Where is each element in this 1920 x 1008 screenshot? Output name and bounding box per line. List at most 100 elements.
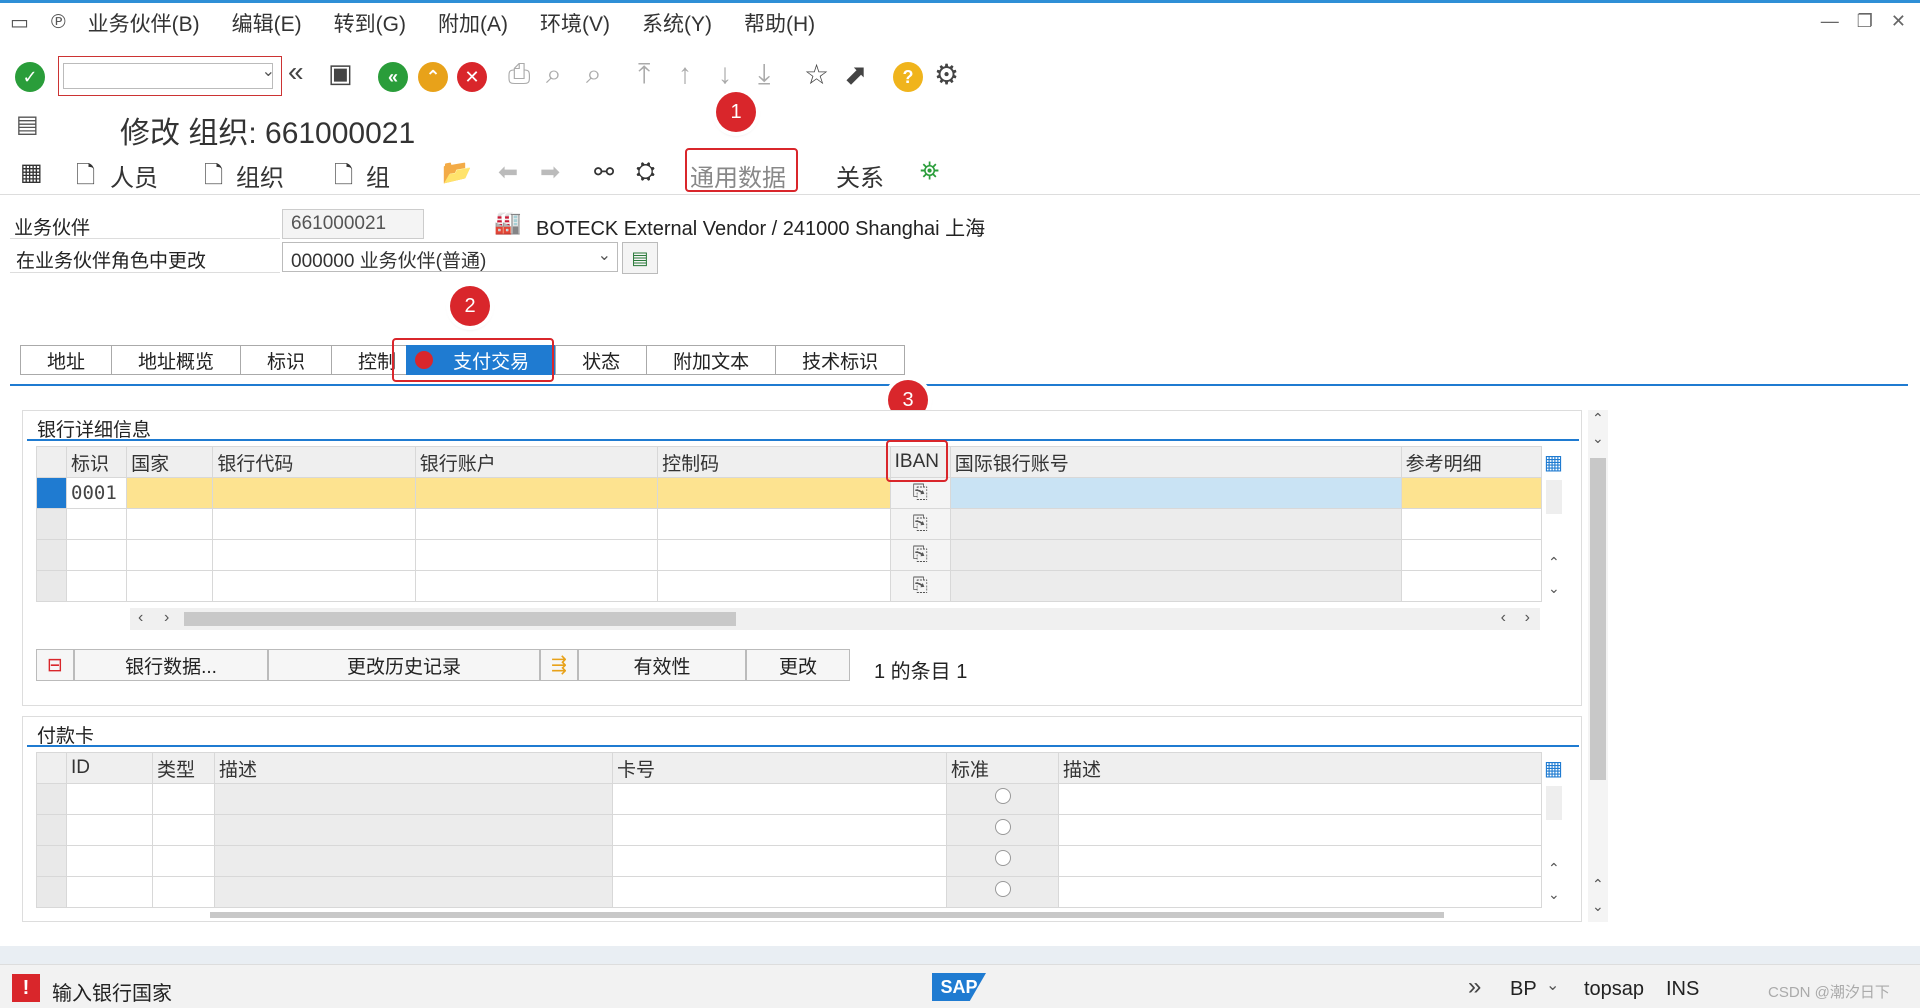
arrow-left-icon[interactable]: ⬅ — [498, 158, 518, 187]
menu-edit[interactable]: 编辑(E) — [232, 8, 302, 38]
tab-status[interactable]: 状态 — [555, 345, 647, 375]
empty-cell[interactable] — [152, 814, 215, 846]
menu-system[interactable]: 系统(Y) — [642, 8, 712, 38]
standard-radio[interactable] — [994, 788, 1011, 804]
empty-cell[interactable] — [66, 814, 153, 846]
find-next-icon[interactable]: ⌕ — [586, 58, 602, 91]
gear-icon[interactable]: ⚙ — [934, 58, 959, 91]
table-row[interactable] — [36, 814, 1542, 846]
empty-cell[interactable] — [612, 814, 947, 846]
glasses-icon[interactable]: ⚯ — [594, 158, 614, 187]
select-all-cell[interactable] — [35, 446, 68, 478]
empty-cell[interactable] — [657, 539, 891, 571]
standard-radio[interactable] — [994, 881, 1011, 897]
menu-environment[interactable]: 环境(V) — [540, 8, 610, 38]
table-row[interactable] — [36, 783, 1542, 815]
tab-identification[interactable]: 标识 — [240, 345, 332, 375]
empty-cell[interactable] — [66, 508, 128, 540]
shortcut-icon[interactable]: ⬈ — [844, 58, 867, 91]
empty-cell[interactable] — [657, 508, 891, 540]
empty-cell[interactable] — [612, 876, 947, 908]
scroll-left-icon[interactable]: ‹ — [138, 609, 143, 627]
scroll-down-icon[interactable]: ⌄ — [1548, 580, 1560, 597]
standard-radio-cell[interactable] — [946, 845, 1059, 877]
app-menu-icon[interactable]: ▭ — [10, 10, 29, 35]
empty-cell[interactable] — [66, 876, 153, 908]
col-bank-account[interactable]: 银行账户 — [414, 446, 659, 478]
double-chevron-right-icon[interactable]: » — [1468, 973, 1481, 1001]
help-icon[interactable]: ? — [893, 62, 923, 92]
select-all-cell[interactable] — [36, 752, 67, 784]
empty-cell[interactable] — [1058, 876, 1542, 908]
column-settings-icon[interactable]: ▦ — [1544, 450, 1563, 475]
scroll-left-icon[interactable]: ‹ — [1501, 609, 1506, 627]
input-mode[interactable]: INS — [1666, 978, 1699, 1001]
scroll-thumb[interactable] — [184, 612, 736, 626]
scroll-down-icon[interactable]: ⌄ — [1592, 430, 1604, 447]
chevron-down-icon[interactable]: ⌄ — [1546, 975, 1559, 995]
role-details-button[interactable]: ▤ — [622, 242, 658, 274]
empty-cell[interactable] — [657, 570, 891, 602]
card-table-vscroll[interactable] — [1546, 786, 1562, 820]
table-row[interactable]: 0001 ⎘ — [35, 477, 1543, 509]
where-used-icon[interactable]: ⛭ — [636, 158, 655, 186]
person-button[interactable]: 人员 — [110, 158, 158, 193]
iban-button-cell[interactable]: ⎘ — [889, 539, 951, 571]
open-folder-icon[interactable]: 📂 — [442, 158, 472, 187]
menu-toggle-icon[interactable]: ▤ — [16, 110, 39, 139]
restore-icon[interactable]: ❐ — [1857, 11, 1873, 32]
page-vertical-scrollbar[interactable]: ⌃ ⌄ ⌃ ⌄ — [1588, 410, 1608, 922]
organization-button[interactable]: 组织 — [236, 158, 284, 193]
bank-data-button[interactable]: 银行数据... — [74, 649, 268, 681]
cell-bank-key[interactable] — [212, 477, 416, 509]
enter-icon[interactable]: ✓ — [15, 62, 45, 92]
sap-menu-icon[interactable]: ℗ — [51, 11, 66, 34]
exit-icon[interactable]: ⌃ — [418, 62, 448, 92]
table-row[interactable]: ⎘ — [35, 570, 1543, 602]
transaction-code[interactable]: BP — [1510, 978, 1537, 1001]
col-iban-account[interactable]: 国际银行账号 — [949, 446, 1402, 478]
col-card-type[interactable]: 类型 — [152, 752, 215, 784]
cell-country[interactable] — [126, 477, 214, 509]
relationships-button[interactable]: 关系 — [836, 158, 884, 193]
row-selector[interactable] — [36, 783, 67, 815]
standard-radio-cell[interactable] — [946, 876, 1059, 908]
tab-address-overview[interactable]: 地址概览 — [111, 345, 241, 375]
row-selector[interactable] — [35, 539, 68, 571]
col-card-description[interactable]: 描述 — [214, 752, 613, 784]
find-icon[interactable]: ⌕ — [546, 58, 562, 91]
cell-reference[interactable] — [1400, 477, 1543, 509]
empty-cell[interactable] — [414, 570, 659, 602]
tab-additional-texts[interactable]: 附加文本 — [646, 345, 776, 375]
empty-cell[interactable] — [152, 783, 215, 815]
empty-cell[interactable] — [66, 783, 153, 815]
menu-goto[interactable]: 转到(G) — [334, 8, 406, 38]
menu-help[interactable]: 帮助(H) — [744, 8, 815, 38]
command-field[interactable]: ⌄ — [58, 56, 282, 96]
empty-cell[interactable] — [126, 508, 214, 540]
table-row[interactable]: ⎘ — [35, 539, 1543, 571]
validity-button[interactable]: 有效性 — [578, 649, 746, 681]
iban-button-cell[interactable]: ⎘ — [889, 570, 951, 602]
card-horizontal-scrollbar[interactable] — [210, 912, 1444, 918]
group-button[interactable]: 组 — [366, 158, 390, 193]
row-selector[interactable] — [35, 570, 68, 602]
scroll-up-icon[interactable]: ⌃ — [1592, 410, 1604, 427]
empty-cell[interactable] — [126, 539, 214, 571]
row-selector[interactable] — [36, 845, 67, 877]
scroll-up-icon[interactable]: ⌃ — [1548, 860, 1560, 877]
save-icon[interactable]: ▣ — [328, 58, 353, 89]
cell-control-key[interactable] — [657, 477, 891, 509]
first-page-icon[interactable]: ⤒ — [638, 58, 650, 91]
empty-cell[interactable] — [66, 845, 153, 877]
horizontal-scrollbar[interactable]: ‹ › ‹ › — [130, 608, 1540, 630]
empty-cell[interactable] — [212, 539, 416, 571]
change-history-button[interactable]: 更改历史记录 — [268, 649, 540, 681]
empty-cell[interactable] — [152, 845, 215, 877]
col-card-description-2[interactable]: 描述 — [1058, 752, 1542, 784]
empty-cell[interactable] — [414, 508, 659, 540]
standard-radio[interactable] — [994, 819, 1011, 835]
empty-cell[interactable] — [1058, 845, 1542, 877]
role-select[interactable]: 000000 业务伙伴(普通) ⌄ — [282, 242, 618, 272]
empty-cell[interactable] — [414, 539, 659, 571]
